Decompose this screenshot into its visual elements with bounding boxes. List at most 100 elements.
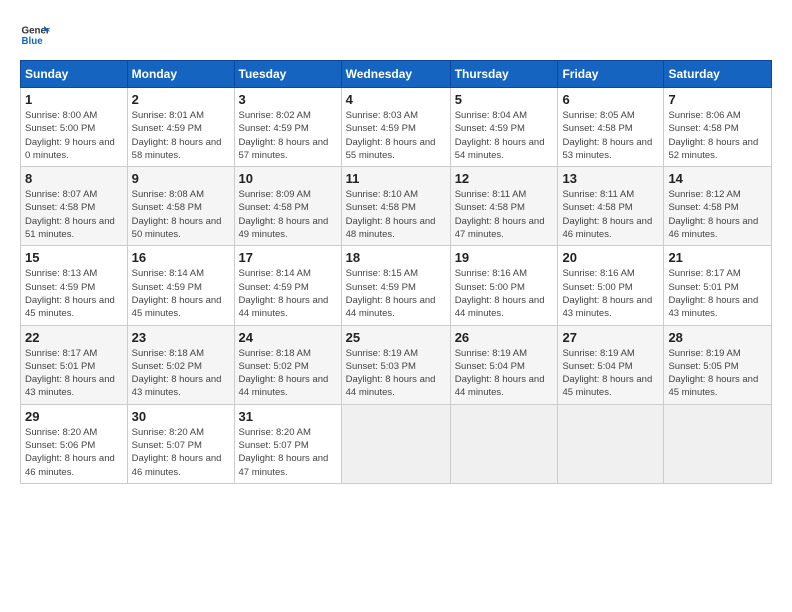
calendar-cell: 25 Sunrise: 8:19 AM Sunset: 5:03 PM Dayl… [341, 325, 450, 404]
day-info: Sunrise: 8:08 AM Sunset: 4:58 PM Dayligh… [132, 188, 230, 241]
weekday-header: Saturday [664, 61, 772, 88]
day-info: Sunrise: 8:03 AM Sunset: 4:59 PM Dayligh… [346, 109, 446, 162]
weekday-header: Friday [558, 61, 664, 88]
day-number: 16 [132, 250, 230, 265]
weekday-header: Tuesday [234, 61, 341, 88]
day-info: Sunrise: 8:11 AM Sunset: 4:58 PM Dayligh… [562, 188, 659, 241]
calendar-cell: 19 Sunrise: 8:16 AM Sunset: 5:00 PM Dayl… [450, 246, 558, 325]
page-header: General Blue [20, 20, 772, 50]
calendar-cell: 9 Sunrise: 8:08 AM Sunset: 4:58 PM Dayli… [127, 167, 234, 246]
day-info: Sunrise: 8:16 AM Sunset: 5:00 PM Dayligh… [455, 267, 554, 320]
calendar-cell: 6 Sunrise: 8:05 AM Sunset: 4:58 PM Dayli… [558, 88, 664, 167]
day-info: Sunrise: 8:11 AM Sunset: 4:58 PM Dayligh… [455, 188, 554, 241]
day-info: Sunrise: 8:18 AM Sunset: 5:02 PM Dayligh… [239, 347, 337, 400]
calendar-header: SundayMondayTuesdayWednesdayThursdayFrid… [21, 61, 772, 88]
calendar-cell: 18 Sunrise: 8:15 AM Sunset: 4:59 PM Dayl… [341, 246, 450, 325]
day-info: Sunrise: 8:14 AM Sunset: 4:59 PM Dayligh… [239, 267, 337, 320]
calendar-cell: 31 Sunrise: 8:20 AM Sunset: 5:07 PM Dayl… [234, 404, 341, 483]
day-number: 7 [668, 92, 767, 107]
day-info: Sunrise: 8:19 AM Sunset: 5:03 PM Dayligh… [346, 347, 446, 400]
calendar-week-row: 29 Sunrise: 8:20 AM Sunset: 5:06 PM Dayl… [21, 404, 772, 483]
day-number: 1 [25, 92, 123, 107]
calendar-cell: 26 Sunrise: 8:19 AM Sunset: 5:04 PM Dayl… [450, 325, 558, 404]
day-number: 12 [455, 171, 554, 186]
logo-icon: General Blue [20, 20, 50, 50]
calendar-cell: 14 Sunrise: 8:12 AM Sunset: 4:58 PM Dayl… [664, 167, 772, 246]
day-number: 6 [562, 92, 659, 107]
day-number: 13 [562, 171, 659, 186]
calendar-cell: 8 Sunrise: 8:07 AM Sunset: 4:58 PM Dayli… [21, 167, 128, 246]
day-number: 14 [668, 171, 767, 186]
calendar-cell: 7 Sunrise: 8:06 AM Sunset: 4:58 PM Dayli… [664, 88, 772, 167]
day-number: 17 [239, 250, 337, 265]
weekday-header: Wednesday [341, 61, 450, 88]
day-number: 18 [346, 250, 446, 265]
calendar-cell: 16 Sunrise: 8:14 AM Sunset: 4:59 PM Dayl… [127, 246, 234, 325]
day-number: 5 [455, 92, 554, 107]
day-number: 31 [239, 409, 337, 424]
day-info: Sunrise: 8:14 AM Sunset: 4:59 PM Dayligh… [132, 267, 230, 320]
calendar-cell: 29 Sunrise: 8:20 AM Sunset: 5:06 PM Dayl… [21, 404, 128, 483]
calendar-week-row: 15 Sunrise: 8:13 AM Sunset: 4:59 PM Dayl… [21, 246, 772, 325]
day-number: 30 [132, 409, 230, 424]
calendar-cell: 12 Sunrise: 8:11 AM Sunset: 4:58 PM Dayl… [450, 167, 558, 246]
day-info: Sunrise: 8:20 AM Sunset: 5:07 PM Dayligh… [132, 426, 230, 479]
weekday-header: Thursday [450, 61, 558, 88]
day-info: Sunrise: 8:09 AM Sunset: 4:58 PM Dayligh… [239, 188, 337, 241]
calendar-cell: 17 Sunrise: 8:14 AM Sunset: 4:59 PM Dayl… [234, 246, 341, 325]
calendar-cell: 20 Sunrise: 8:16 AM Sunset: 5:00 PM Dayl… [558, 246, 664, 325]
calendar-cell: 21 Sunrise: 8:17 AM Sunset: 5:01 PM Dayl… [664, 246, 772, 325]
day-number: 28 [668, 330, 767, 345]
day-info: Sunrise: 8:00 AM Sunset: 5:00 PM Dayligh… [25, 109, 123, 162]
svg-text:Blue: Blue [22, 36, 44, 47]
day-number: 26 [455, 330, 554, 345]
calendar-cell: 23 Sunrise: 8:18 AM Sunset: 5:02 PM Dayl… [127, 325, 234, 404]
day-info: Sunrise: 8:04 AM Sunset: 4:59 PM Dayligh… [455, 109, 554, 162]
day-info: Sunrise: 8:12 AM Sunset: 4:58 PM Dayligh… [668, 188, 767, 241]
calendar-cell: 5 Sunrise: 8:04 AM Sunset: 4:59 PM Dayli… [450, 88, 558, 167]
calendar-cell: 15 Sunrise: 8:13 AM Sunset: 4:59 PM Dayl… [21, 246, 128, 325]
calendar-cell: 13 Sunrise: 8:11 AM Sunset: 4:58 PM Dayl… [558, 167, 664, 246]
day-info: Sunrise: 8:19 AM Sunset: 5:05 PM Dayligh… [668, 347, 767, 400]
day-number: 9 [132, 171, 230, 186]
calendar-cell: 2 Sunrise: 8:01 AM Sunset: 4:59 PM Dayli… [127, 88, 234, 167]
day-info: Sunrise: 8:07 AM Sunset: 4:58 PM Dayligh… [25, 188, 123, 241]
day-number: 23 [132, 330, 230, 345]
day-info: Sunrise: 8:17 AM Sunset: 5:01 PM Dayligh… [25, 347, 123, 400]
day-number: 24 [239, 330, 337, 345]
day-number: 4 [346, 92, 446, 107]
day-number: 22 [25, 330, 123, 345]
calendar-cell: 4 Sunrise: 8:03 AM Sunset: 4:59 PM Dayli… [341, 88, 450, 167]
calendar-cell [450, 404, 558, 483]
calendar-cell: 22 Sunrise: 8:17 AM Sunset: 5:01 PM Dayl… [21, 325, 128, 404]
calendar-week-row: 8 Sunrise: 8:07 AM Sunset: 4:58 PM Dayli… [21, 167, 772, 246]
day-info: Sunrise: 8:16 AM Sunset: 5:00 PM Dayligh… [562, 267, 659, 320]
calendar-week-row: 1 Sunrise: 8:00 AM Sunset: 5:00 PM Dayli… [21, 88, 772, 167]
calendar-cell: 10 Sunrise: 8:09 AM Sunset: 4:58 PM Dayl… [234, 167, 341, 246]
day-number: 27 [562, 330, 659, 345]
day-number: 25 [346, 330, 446, 345]
calendar-cell: 28 Sunrise: 8:19 AM Sunset: 5:05 PM Dayl… [664, 325, 772, 404]
day-info: Sunrise: 8:20 AM Sunset: 5:07 PM Dayligh… [239, 426, 337, 479]
day-number: 10 [239, 171, 337, 186]
day-info: Sunrise: 8:15 AM Sunset: 4:59 PM Dayligh… [346, 267, 446, 320]
day-info: Sunrise: 8:13 AM Sunset: 4:59 PM Dayligh… [25, 267, 123, 320]
weekday-header: Sunday [21, 61, 128, 88]
day-info: Sunrise: 8:20 AM Sunset: 5:06 PM Dayligh… [25, 426, 123, 479]
calendar-week-row: 22 Sunrise: 8:17 AM Sunset: 5:01 PM Dayl… [21, 325, 772, 404]
day-number: 15 [25, 250, 123, 265]
day-info: Sunrise: 8:19 AM Sunset: 5:04 PM Dayligh… [562, 347, 659, 400]
day-number: 19 [455, 250, 554, 265]
day-info: Sunrise: 8:19 AM Sunset: 5:04 PM Dayligh… [455, 347, 554, 400]
calendar-cell: 27 Sunrise: 8:19 AM Sunset: 5:04 PM Dayl… [558, 325, 664, 404]
day-number: 8 [25, 171, 123, 186]
day-info: Sunrise: 8:18 AM Sunset: 5:02 PM Dayligh… [132, 347, 230, 400]
calendar-cell [558, 404, 664, 483]
logo: General Blue [20, 20, 50, 50]
day-info: Sunrise: 8:01 AM Sunset: 4:59 PM Dayligh… [132, 109, 230, 162]
day-number: 29 [25, 409, 123, 424]
day-number: 20 [562, 250, 659, 265]
calendar-cell: 1 Sunrise: 8:00 AM Sunset: 5:00 PM Dayli… [21, 88, 128, 167]
calendar-cell [664, 404, 772, 483]
weekday-header: Monday [127, 61, 234, 88]
